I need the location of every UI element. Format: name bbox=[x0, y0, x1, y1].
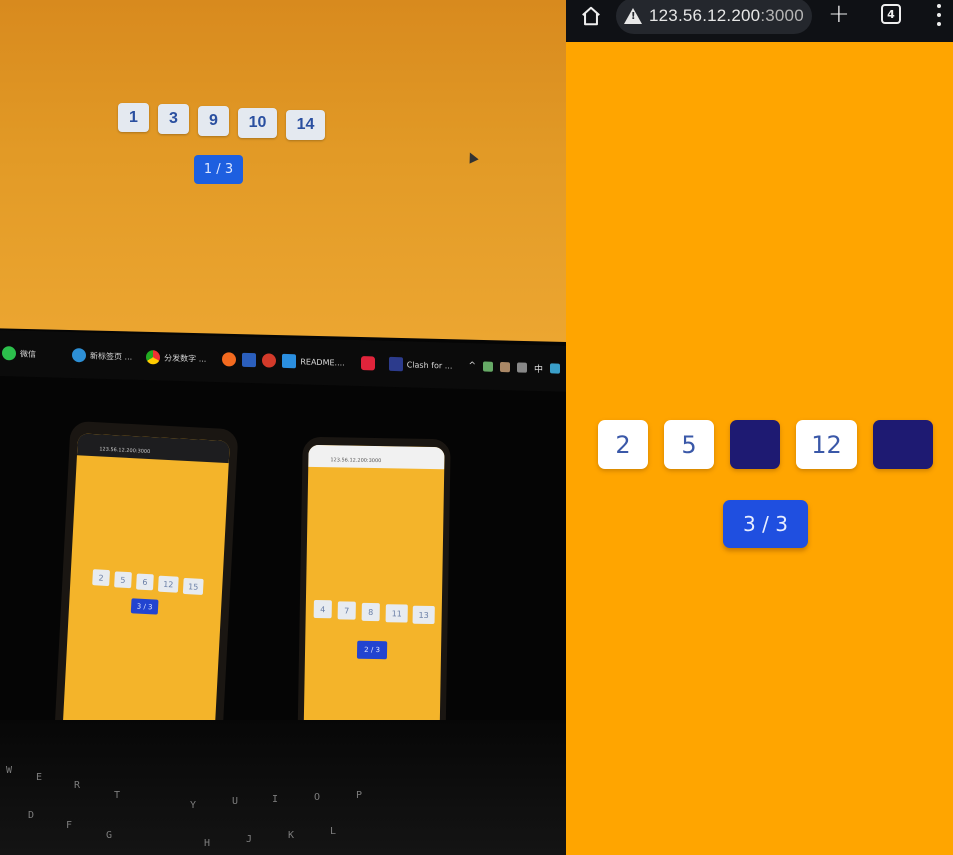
key-label: E bbox=[36, 772, 43, 783]
number-tile[interactable]: 5 bbox=[664, 420, 714, 469]
edge-icon bbox=[72, 348, 86, 363]
phone-left-screen: 123.56.12.200:3000 2 5 6 12 15 3 / 3 bbox=[61, 433, 230, 751]
key-label: I bbox=[272, 794, 279, 805]
monitor-tile: 14 bbox=[286, 110, 325, 140]
key-label: F bbox=[66, 820, 73, 831]
firefox-icon bbox=[222, 352, 237, 367]
monitor-tile: 1 bbox=[118, 103, 149, 132]
taskbar-item-vscode: README.... bbox=[282, 353, 345, 370]
wechat-icon bbox=[2, 346, 16, 361]
tray-app-icon bbox=[499, 361, 510, 373]
phone-tile: 7 bbox=[337, 601, 356, 620]
phone-right: 123.56.12.200:3000 4 7 8 11 13 2 / 3 bbox=[297, 436, 451, 758]
key-label: P bbox=[356, 790, 363, 801]
taskbar-item-clash: Clash for ... bbox=[388, 356, 452, 373]
phone-right-screen: 123.56.12.200:3000 4 7 8 11 13 2 / 3 bbox=[303, 444, 445, 752]
phone-tile: 2 bbox=[92, 569, 110, 587]
url-port: :3000 bbox=[760, 6, 804, 25]
phone-tile: 13 bbox=[412, 605, 435, 625]
monitor-tile: 9 bbox=[198, 106, 229, 136]
phone-pager: 3 / 3 bbox=[130, 598, 159, 615]
monitor-tile: 3 bbox=[158, 104, 189, 134]
key-label: J bbox=[246, 834, 253, 845]
keyboard: W E R T Y U I O P D F G H J K L bbox=[0, 720, 566, 855]
key-label: D bbox=[28, 810, 35, 821]
ime-indicator: 中 bbox=[533, 364, 543, 375]
key-label: R bbox=[74, 780, 81, 791]
url-host: 123.56.12.200 bbox=[649, 6, 761, 25]
more-menu-icon[interactable] bbox=[936, 4, 942, 26]
phone-right-browser-bar: 123.56.12.200:3000 bbox=[308, 444, 445, 470]
vscode-icon bbox=[282, 353, 297, 369]
tray-app-icon bbox=[550, 363, 560, 374]
phone-tile: 4 bbox=[313, 599, 332, 619]
key-label: T bbox=[114, 790, 121, 801]
phone-left-browser-bar: 123.56.12.200:3000 bbox=[76, 433, 230, 464]
not-secure-warning-icon[interactable] bbox=[624, 8, 642, 24]
monitor-tile: 10 bbox=[238, 108, 277, 138]
number-tile[interactable]: 12 bbox=[796, 420, 857, 469]
chevron-up-icon: ^ bbox=[468, 361, 476, 372]
word-icon bbox=[242, 352, 257, 368]
new-tab-button[interactable]: + bbox=[828, 1, 850, 27]
phone-tile: 11 bbox=[385, 604, 408, 623]
key-label: H bbox=[204, 838, 211, 849]
powerpoint-icon bbox=[262, 353, 277, 368]
monitor-screen: 1 3 9 10 14 1 / 3 bbox=[0, 0, 566, 342]
mobile-browser: 123.56.12.200:3000 + 4 2 5 12 3 / 3 bbox=[566, 0, 953, 855]
tray-app-icon bbox=[482, 361, 493, 372]
phone-pager: 2 / 3 bbox=[356, 640, 388, 660]
page-indicator-button[interactable]: 3 / 3 bbox=[723, 500, 808, 548]
music-icon bbox=[360, 356, 375, 371]
taskbar-item-wechat: 微信 bbox=[2, 346, 36, 361]
key-label: L bbox=[330, 826, 337, 837]
taskbar-item-chrome: 分发数字 ... bbox=[146, 350, 206, 366]
camera-photo: 1 3 9 10 14 1 / 3 微信 新标签页 ... 分发数字 ... R… bbox=[0, 0, 566, 855]
tray-app-icon bbox=[516, 362, 527, 373]
phone-right-url: 123.56.12.200:3000 bbox=[330, 457, 382, 465]
system-tray: ^ 中 bbox=[468, 360, 560, 376]
number-tile[interactable]: 2 bbox=[598, 420, 648, 469]
key-label: O bbox=[314, 792, 321, 803]
hidden-tile[interactable] bbox=[730, 420, 780, 469]
phone-tile: 8 bbox=[361, 602, 380, 622]
phone-left-url: 123.56.12.200:3000 bbox=[99, 446, 151, 456]
key-label: Y bbox=[190, 800, 197, 811]
chrome-icon bbox=[146, 350, 161, 365]
clash-icon bbox=[388, 356, 403, 372]
phone-tile: 5 bbox=[114, 571, 132, 589]
key-label: G bbox=[106, 830, 113, 841]
browser-toolbar: 123.56.12.200:3000 + 4 bbox=[566, 0, 953, 42]
key-label: U bbox=[232, 796, 239, 807]
phone-left: 123.56.12.200:3000 2 5 6 12 15 3 / 3 bbox=[53, 420, 239, 760]
taskbar-item-edge: 新标签页 ... bbox=[72, 348, 132, 364]
tab-switcher-button[interactable]: 4 bbox=[881, 4, 901, 24]
address-bar[interactable]: 123.56.12.200:3000 bbox=[616, 0, 812, 34]
key-label: K bbox=[288, 830, 295, 841]
phone-tile: 6 bbox=[136, 573, 154, 591]
phone-tile: 15 bbox=[182, 577, 204, 595]
home-icon[interactable] bbox=[580, 5, 602, 27]
mouse-cursor-icon bbox=[465, 150, 479, 164]
monitor-pager: 1 / 3 bbox=[194, 155, 243, 184]
hidden-tile[interactable] bbox=[873, 420, 933, 469]
phone-tile: 12 bbox=[157, 575, 179, 593]
key-label: W bbox=[6, 765, 13, 776]
